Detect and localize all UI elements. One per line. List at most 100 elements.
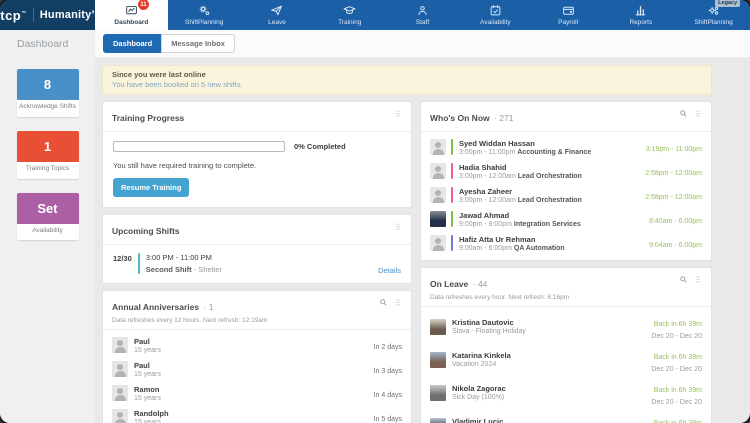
dashboard-icon: 11 (125, 0, 149, 17)
stat-value: 1 (16, 130, 79, 162)
page-title: Dashboard (17, 38, 69, 50)
staff-icon (416, 4, 429, 17)
anniversary-row[interactable]: Randolph 15 years In 5 days (103, 405, 411, 423)
stat-training-topics[interactable]: 1 Training Topics (16, 130, 79, 179)
on-now-row[interactable]: Hadia Shahid 3:00pm - 12:00am Lead Orches… (421, 159, 711, 183)
payroll-icon (562, 4, 575, 17)
shift-color-bar (451, 211, 453, 227)
page-body: 8 Acknowledge Shifts 1 Training Topics S… (0, 58, 750, 423)
on-now-row[interactable]: Jawad Ahmad 9:00pm - 6:00pm Integration S… (421, 207, 711, 231)
on-leave-row[interactable]: Katarina Kinkela Vacation 2024 Back in 6h… (421, 343, 711, 376)
leave-icon (270, 4, 283, 17)
sidebar-header: Dashboard (0, 30, 95, 58)
stat-acknowledge-shifts[interactable]: 8 Acknowledge Shifts (16, 69, 79, 117)
shift-details-link[interactable]: Details (378, 266, 401, 275)
on-leave-card: On Leave 44 Data refreshes every hour. N… (420, 267, 712, 423)
drag-handle-icon[interactable] (394, 109, 402, 118)
card-title: Who's On Now (430, 113, 490, 123)
stats-sidebar: 8 Acknowledge Shifts 1 Training Topics S… (0, 58, 95, 423)
avatar (430, 163, 446, 179)
nav-tab-dashboard[interactable]: 11 Dashboard (95, 0, 168, 30)
avatar (112, 409, 128, 423)
notification-badge: 11 (137, 0, 149, 10)
avatar (430, 351, 446, 368)
nav-tab-shiftplanning-legacy[interactable]: Legacy ShiftPlanning (677, 0, 750, 30)
on-now-row[interactable]: Syed Widdan Hassan 3:00pm - 11:00pm Accou… (421, 135, 711, 159)
anniversary-row[interactable]: Paul 15 years In 2 days (103, 333, 411, 357)
on-leave-row[interactable]: Kristina Dautovic Slava - Floating Holida… (421, 310, 711, 343)
back-in: Back in 6h 39m (653, 354, 702, 361)
shift-color-bar (451, 163, 453, 179)
shift-row[interactable]: 12/30 3:00 PM - 11:00 PM Second Shift - … (103, 245, 411, 283)
drag-handle-icon[interactable] (694, 109, 702, 118)
shift-time: 3:00 PM - 11:00 PM (145, 253, 212, 262)
stat-value: 8 (16, 69, 79, 100)
nav-tab-training[interactable]: Training (313, 0, 386, 30)
leave-dates: Dec 20 - Dec 20 (651, 366, 702, 373)
on-leave-row[interactable]: Nikola Zagorac Sick Day (100%) Back in 6h… (421, 376, 711, 409)
search-icon[interactable] (679, 109, 688, 118)
banner-message-link[interactable]: You have been booked on 5 new shifts. (112, 80, 702, 89)
main-content: Since you were last online You have been… (95, 58, 750, 423)
nav-tab-leave[interactable]: Leave (241, 0, 314, 30)
reports-icon (634, 4, 647, 17)
on-now-row[interactable]: Hafiz Atta Ur Rehman 9:00am - 6:00pm QA A… (421, 231, 711, 255)
anniversaries-list: Paul 15 years In 2 days Paul 15 years In 3… (103, 330, 411, 423)
avatar (430, 187, 446, 203)
search-icon[interactable] (679, 275, 688, 284)
search-icon[interactable] (379, 298, 388, 307)
leave-dates: Dec 20 - Dec 20 (651, 399, 702, 406)
on-leave-list: Kristina Dautovic Slava - Floating Holida… (421, 307, 711, 423)
stat-set-availability[interactable]: Set Availability (16, 192, 79, 241)
subtab-message-inbox[interactable]: Message Inbox (161, 34, 235, 53)
shift-color-bar (451, 235, 453, 251)
shift-name: Second Shift - Shelter (145, 265, 223, 274)
progress-percent-label: 0% Completed (294, 142, 346, 151)
avatar (112, 385, 128, 401)
brand-logo[interactable]: tcp™ Humanity’ (0, 0, 95, 30)
nav-tab-staff[interactable]: Staff (386, 0, 459, 30)
shift-date: 12/30 (113, 254, 132, 263)
drag-handle-icon[interactable] (394, 298, 402, 307)
avatar (430, 318, 446, 335)
training-icon (343, 4, 356, 17)
avatar (430, 417, 446, 423)
refresh-note: Data refreshes every 12 hours. Next refr… (112, 317, 268, 324)
on-leave-row[interactable]: Vladimir LucicVacation 2024 Back in 6h 3… (421, 409, 711, 423)
annual-anniversaries-card: Annual Anniversaries 1 Data refreshes ev… (102, 290, 412, 423)
humanity-logo: Humanity’ (39, 9, 95, 21)
shift-color-bar (137, 253, 140, 274)
whos-on-now-card: Who's On Now 271 (420, 101, 712, 261)
clocked-time: 2:58pm - 12:00am (645, 170, 702, 177)
drag-handle-icon[interactable] (694, 275, 702, 284)
since-last-online-banner: Since you were last online You have been… (102, 65, 712, 95)
humanity-dashboard-window: tcp™ Humanity’ 11 Dashboard ShiftPlannin… (0, 0, 750, 423)
nav-tab-shiftplanning[interactable]: ShiftPlanning (168, 0, 241, 30)
back-in: Back in 6h 39m (653, 387, 702, 394)
nav-tab-reports[interactable]: Reports (604, 0, 677, 30)
anniversary-row[interactable]: Paul 15 years In 3 days (103, 357, 411, 381)
on-now-row[interactable]: Ayesha Zaheer 3:00pm - 12:00am Lead Orche… (421, 183, 711, 207)
subtab-dashboard[interactable]: Dashboard (103, 34, 162, 53)
avatar (430, 235, 446, 251)
resume-training-button[interactable]: Resume Training (113, 178, 190, 197)
main-nav: 11 Dashboard ShiftPlanning Leave Trainin… (95, 0, 750, 30)
avatar (430, 384, 446, 401)
drag-handle-icon[interactable] (394, 222, 402, 231)
top-navbar: tcp™ Humanity’ 11 Dashboard ShiftPlannin… (0, 0, 750, 30)
nav-tab-availability[interactable]: Availability (459, 0, 532, 30)
on-now-list: Syed Widdan Hassan 3:00pm - 11:00pm Accou… (421, 132, 711, 260)
shiftplanning-icon (198, 4, 211, 17)
leave-dates: Dec 20 - Dec 20 (651, 333, 702, 340)
anniversary-row[interactable]: Ramon 15 years In 4 days (103, 381, 411, 405)
card-title: Upcoming Shifts (112, 226, 180, 236)
card-count: 1 (204, 302, 214, 312)
clocked-time: 3:19pm - 11:00pm (645, 146, 702, 153)
back-in: Back in 6h 39m (653, 321, 702, 328)
stat-label: Acknowledge Shifts (19, 103, 76, 110)
banner-title: Since you were last online (112, 70, 206, 79)
card-count: 44 (473, 279, 488, 289)
training-progress-card: Training Progress 0% Completed You still… (102, 101, 412, 208)
nav-tab-payroll[interactable]: Payroll (532, 0, 605, 30)
avatar (112, 361, 128, 377)
